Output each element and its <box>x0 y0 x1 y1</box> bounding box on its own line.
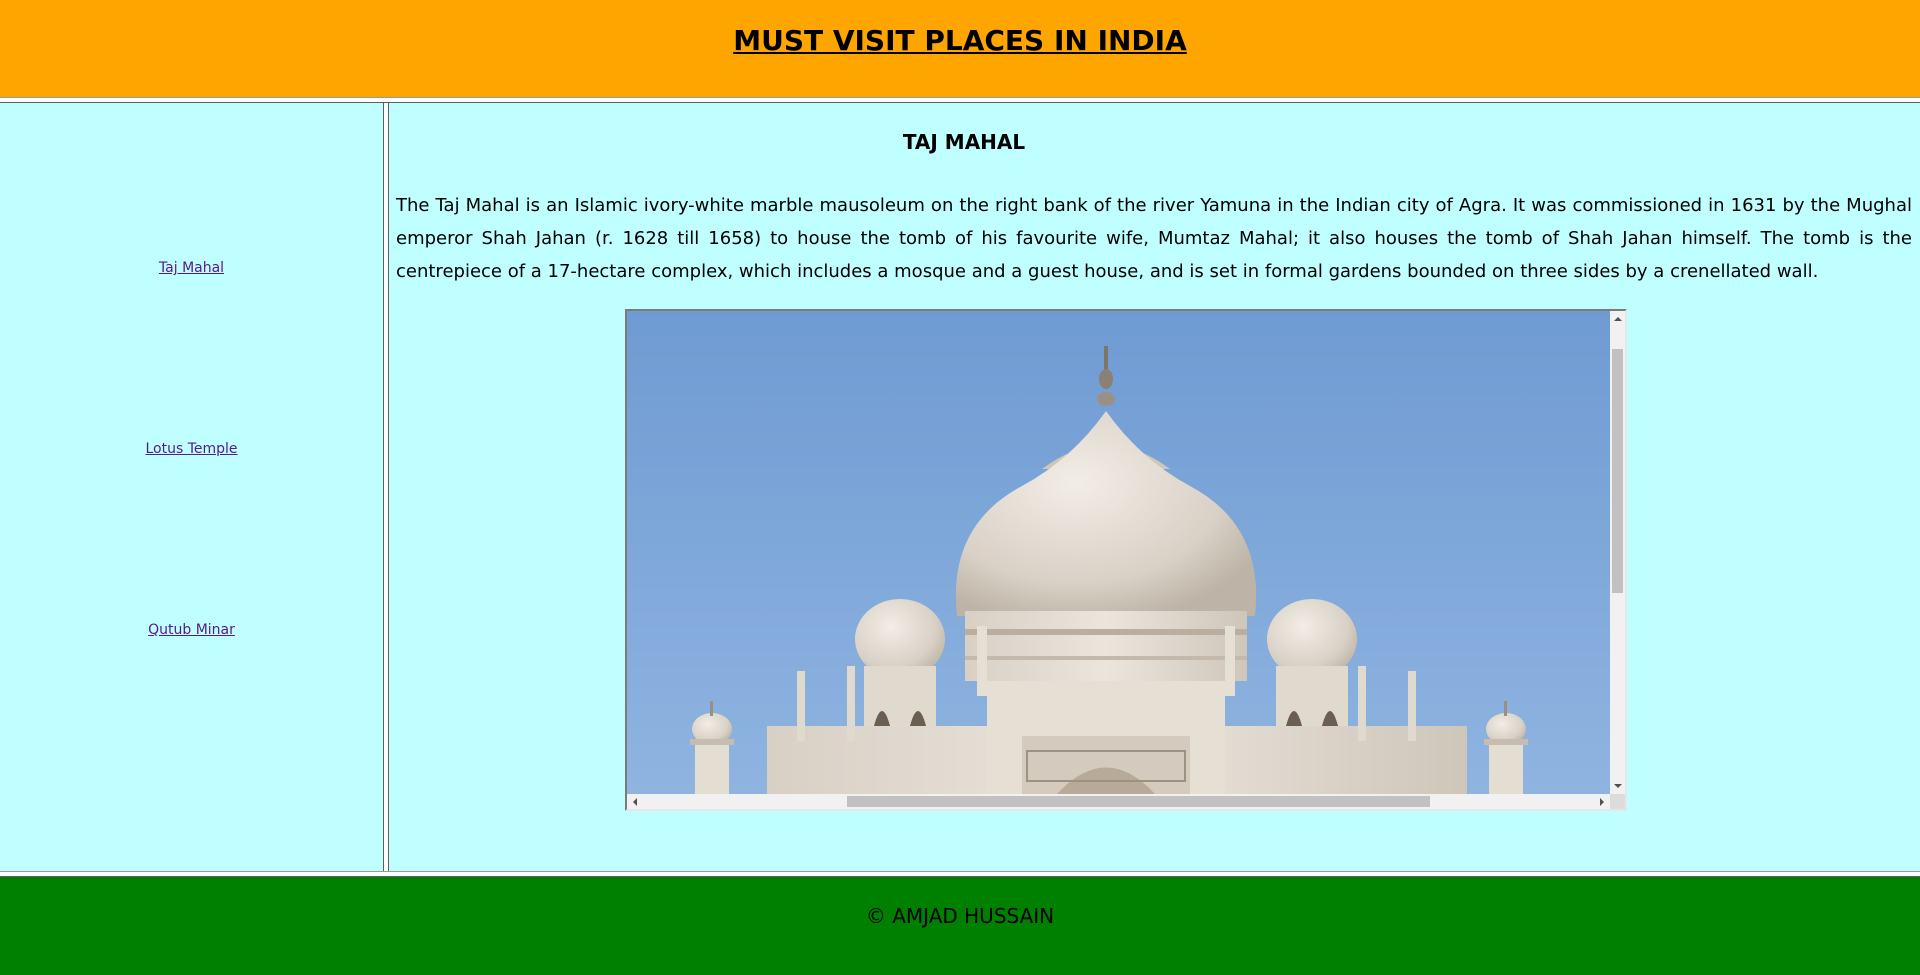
vertical-scroll-thumb[interactable] <box>1612 349 1623 593</box>
sidebar-link-qutub-minar[interactable]: Qutub Minar <box>0 622 383 638</box>
scroll-left-arrow-icon[interactable] <box>633 798 637 806</box>
vertical-scrollbar[interactable] <box>1610 311 1625 794</box>
horizontal-scrollbar[interactable] <box>627 794 1610 809</box>
page-title: MUST VISIT PLACES IN INDIA <box>733 24 1187 57</box>
sidebar-link-taj-mahal[interactable]: Taj Mahal <box>0 260 383 276</box>
scrollbar-corner <box>1610 794 1625 809</box>
horizontal-scroll-thumb[interactable] <box>847 796 1430 807</box>
taj-mahal-image <box>627 311 1610 794</box>
description-paragraph: The Taj Mahal is an Islamic ivory-white … <box>396 195 1912 282</box>
image-iframe[interactable] <box>625 309 1627 811</box>
sidebar-frame: Taj Mahal Lotus Temple Qutub Minar <box>0 103 383 871</box>
sidebar-link-lotus-temple[interactable]: Lotus Temple <box>0 441 383 457</box>
footer-copyright: © AMJAD HUSSAIN <box>865 904 1055 928</box>
scroll-right-arrow-icon[interactable] <box>1600 798 1604 806</box>
footer-frame: © AMJAD HUSSAIN <box>0 877 1920 975</box>
header-frame: MUST VISIT PLACES IN INDIA <box>0 0 1920 97</box>
scroll-down-arrow-icon[interactable] <box>1614 784 1622 788</box>
section-heading: TAJ MAHAL <box>902 130 1026 154</box>
main-content-frame: TAJ MAHAL The Taj Mahal is an Islamic iv… <box>389 103 1920 871</box>
scroll-up-arrow-icon[interactable] <box>1614 317 1622 321</box>
